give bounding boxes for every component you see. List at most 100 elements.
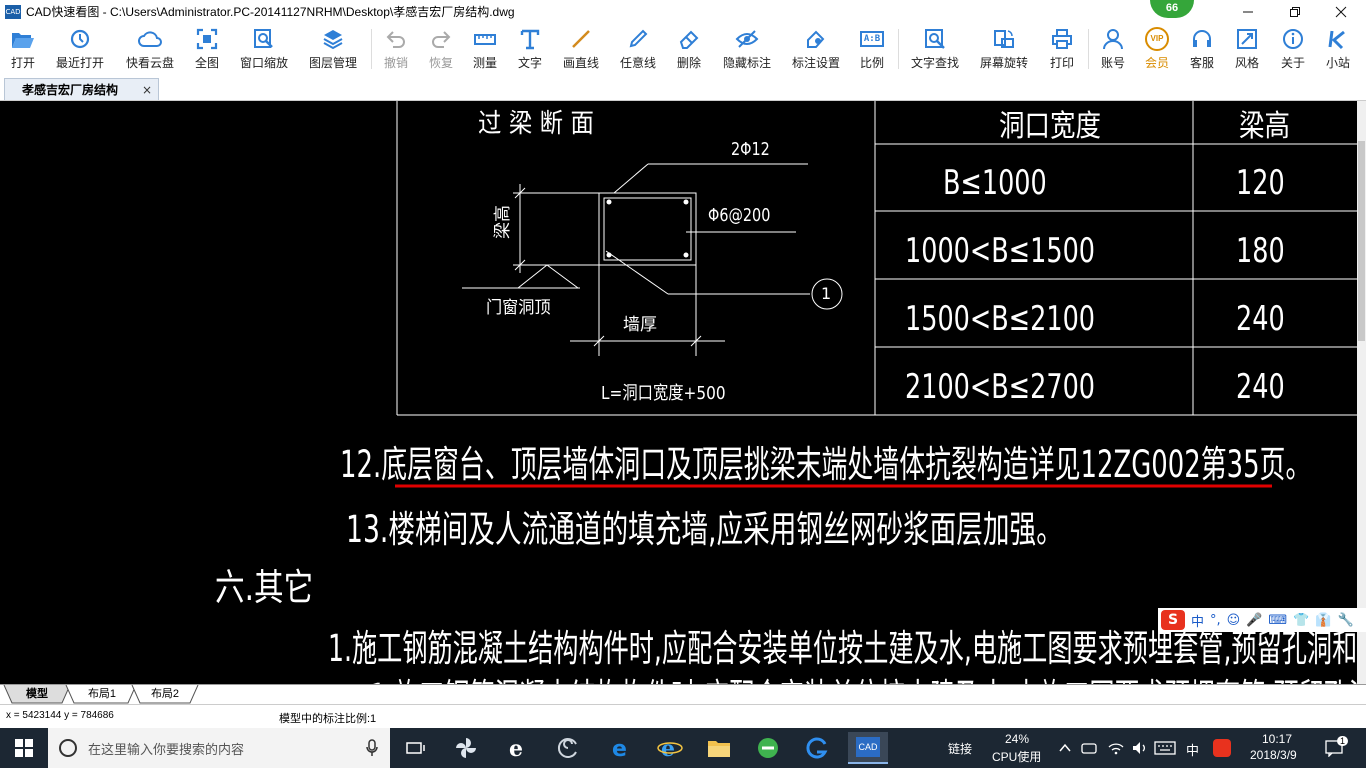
text-search-button[interactable]: 文字查找 (906, 23, 964, 75)
task-view-button[interactable] (400, 732, 432, 764)
vertical-scrollbar[interactable] (1357, 101, 1366, 684)
about-button[interactable]: 关于 (1275, 23, 1311, 75)
open-button[interactable]: 打开 (3, 23, 43, 75)
hide-annotation-button[interactable]: 隐藏标注 (719, 23, 775, 75)
restore-button[interactable] (1272, 0, 1318, 23)
scrollbar-thumb[interactable] (1358, 141, 1365, 341)
vip-button[interactable]: VIP 会员 (1139, 23, 1175, 75)
account-label: 账号 (1100, 56, 1125, 70)
print-button[interactable]: 打印 (1044, 23, 1080, 75)
text-search-label: 文字查找 (910, 56, 959, 70)
layers-icon (323, 30, 343, 50)
open-label: 打开 (10, 56, 35, 70)
undo-button[interactable]: 撤销 (378, 23, 414, 75)
customer-service-button[interactable]: 客服 (1184, 23, 1220, 75)
scale-label: 比例 (859, 56, 884, 70)
taskbar-app-cad-active[interactable]: CAD (848, 732, 888, 764)
measure-button[interactable]: 测量 (467, 23, 503, 75)
ime-keyboard-icon[interactable]: ⌨ (1268, 613, 1287, 628)
full-view-button[interactable]: 全图 (188, 23, 226, 75)
chevron-up-icon[interactable] (1059, 743, 1071, 753)
volume-icon[interactable] (1132, 741, 1148, 755)
taskbar-app-ie-blue[interactable]: e (654, 732, 686, 764)
ime-tools-icon[interactable]: 🔧 (1338, 613, 1354, 628)
clock-date[interactable]: 2018/3/9 (1250, 748, 1297, 762)
layout-tabs: 模型 布局1 布局2 (0, 684, 1366, 704)
taskbar-app-pinwheel[interactable] (450, 732, 482, 764)
tray-link-label[interactable]: 链接 (948, 740, 972, 757)
microphone-icon[interactable] (366, 739, 378, 757)
redo-icon (432, 31, 451, 48)
full-view-label: 全图 (194, 56, 219, 70)
tab-document[interactable]: 孝感吉宏厂房结构 × (4, 78, 159, 100)
level-badge[interactable]: 66 (1150, 0, 1194, 18)
minimize-icon (1243, 11, 1253, 12)
ime-skin-icon[interactable]: 👕 (1293, 613, 1309, 628)
taskbar-app-explorer[interactable] (703, 732, 735, 764)
cloud-disk-label: 快看云盘 (125, 56, 174, 70)
taskbar-app-browser[interactable] (552, 732, 584, 764)
measure-label: 测量 (472, 56, 497, 70)
ime-toolbar[interactable]: S 中 °, ☺ 🎤 ⌨ 👕 👔 🔧 (1158, 608, 1366, 632)
freehand-button[interactable]: 任意线 (616, 23, 660, 75)
clock-time[interactable]: 10:17 (1262, 732, 1292, 746)
drawing-canvas[interactable]: 过 梁 断 面 2Φ12 Φ6@200 梁高 门窗洞顶 墙厚 1 L=洞口宽度+… (0, 101, 1357, 684)
recent-open-button[interactable]: 最近打开 (52, 23, 108, 75)
people-icon[interactable] (1081, 741, 1097, 755)
undo-icon (386, 31, 405, 48)
redo-label: 恢复 (428, 56, 453, 70)
start-button[interactable] (8, 732, 40, 764)
pencil-icon (629, 29, 648, 48)
svg-text:e: e (509, 736, 523, 760)
ime-emoji-icon[interactable]: ☺ (1227, 613, 1241, 628)
tab-close-icon[interactable]: × (142, 83, 152, 97)
ime-punct-icon[interactable]: °, (1210, 613, 1221, 628)
minimize-button[interactable] (1225, 0, 1271, 23)
hide-annotation-label: 隐藏标注 (722, 56, 771, 70)
sogou-logo-icon[interactable]: S (1161, 610, 1185, 630)
redo-button[interactable]: 恢复 (423, 23, 459, 75)
tray-ime-mode[interactable]: 中 (1186, 740, 1199, 759)
screen-rotate-button[interactable]: 屏幕旋转 (975, 23, 1033, 75)
cpu-percent: 24% (1005, 732, 1030, 746)
window-zoom-button[interactable]: 窗口缩放 (236, 23, 292, 75)
toolbar-separator (898, 29, 899, 69)
tab-layout-2[interactable]: 布局2 (140, 686, 190, 703)
table-cell: 240 (1236, 367, 1285, 407)
annotation-settings-button[interactable]: 标注设置 (787, 23, 845, 75)
ime-shirt-icon[interactable]: 👔 (1315, 613, 1331, 628)
layer-manager-button[interactable]: 图层管理 (303, 23, 363, 75)
print-label: 打印 (1049, 56, 1074, 70)
wifi-icon[interactable] (1108, 741, 1124, 755)
ime-mode[interactable]: 中 (1191, 611, 1204, 630)
taskbar-app-360[interactable] (752, 732, 784, 764)
taskbar-search[interactable]: 在这里输入你要搜索的内容 (48, 728, 390, 768)
tab-model[interactable]: 模型 (12, 686, 62, 703)
window-title: CAD快速看图 - C:\Users\Administrator.PC-2014… (26, 5, 515, 19)
style-button[interactable]: 风格 (1229, 23, 1265, 75)
cloud-disk-button[interactable]: 快看云盘 (122, 23, 178, 75)
folder-icon (708, 741, 730, 757)
taskbar-app-sogou-browser[interactable] (801, 732, 833, 764)
delete-button[interactable]: 删除 (671, 23, 707, 75)
eraser-icon (679, 30, 699, 49)
tray-sogou-icon[interactable] (1213, 739, 1231, 757)
draw-line-button[interactable]: 画直线 (558, 23, 604, 75)
svg-text:e: e (661, 736, 675, 760)
window-zoom-icon (254, 29, 273, 48)
text-button[interactable]: 文字 (512, 23, 548, 75)
taskbar-app-edge[interactable]: e (605, 732, 637, 764)
site-label: 小站 (1325, 56, 1350, 70)
info-icon (1283, 29, 1303, 49)
scale-button[interactable]: A:B 比例 (854, 23, 890, 75)
ime-mic-icon[interactable]: 🎤 (1246, 613, 1262, 628)
close-button[interactable] (1318, 0, 1364, 23)
tab-layout-1[interactable]: 布局1 (76, 686, 128, 703)
annotation-settings-label: 标注设置 (791, 56, 840, 70)
account-button[interactable]: 账号 (1095, 23, 1131, 75)
site-button[interactable]: 小站 (1320, 23, 1356, 75)
table-cell: 120 (1236, 163, 1285, 203)
keyboard-icon[interactable] (1154, 741, 1176, 755)
taskbar-app-ie[interactable]: e (502, 732, 534, 764)
text-icon (520, 29, 540, 50)
